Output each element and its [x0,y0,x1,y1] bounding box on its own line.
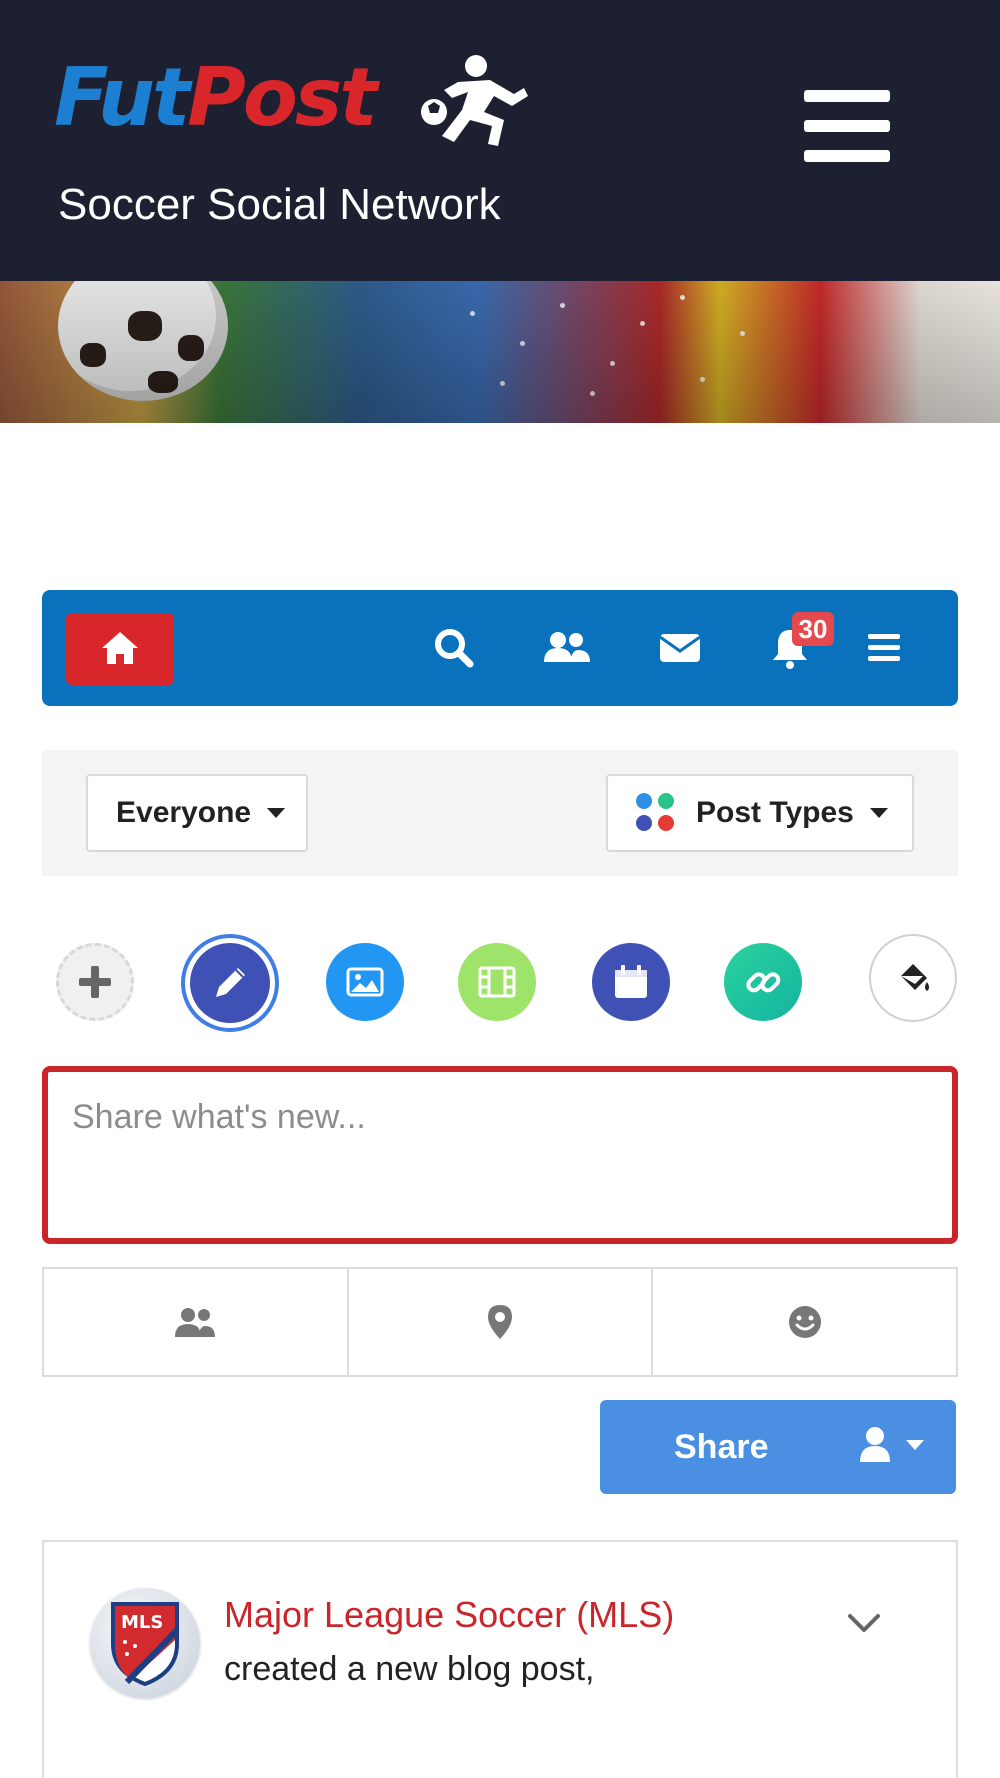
caret-down-icon [869,808,888,818]
post-author-link[interactable]: Major League Soccer (MLS) [224,1594,674,1636]
chevron-down-icon[interactable] [844,1608,884,1638]
smile-icon [788,1306,821,1338]
feed-filter-bar: Everyone Post Types [42,750,958,876]
tag-friends-button[interactable] [44,1269,349,1375]
caret-down-icon [906,1440,924,1450]
film-icon [478,966,516,998]
feed-activity-card: MLS Major League Soccer (MLS) created a … [42,1540,958,1778]
add-post-type-button[interactable] [56,943,134,1021]
user-icon [860,1427,890,1462]
users-icon[interactable] [538,620,594,676]
site-header: FutPost Soccer Social Network [0,0,1000,281]
link-icon [746,972,781,993]
notification-count-badge: 30 [792,612,834,646]
audience-filter-label: Everyone [116,796,252,829]
home-button[interactable] [66,613,174,685]
share-composer-input[interactable] [48,1072,952,1238]
cover-banner-image [0,281,1000,423]
paint-bucket-icon [901,964,929,991]
status-post-type-button[interactable] [181,934,279,1032]
avatar[interactable]: MLS [90,1588,200,1698]
logo-text-post: Post [187,51,377,144]
map-marker-icon [488,1305,512,1339]
main-navbar: 30 [42,590,958,706]
share-composer-box [42,1066,958,1244]
home-icon [102,632,138,664]
logo-text-fut: Fut [54,51,190,144]
bars-icon[interactable] [856,620,912,676]
post-types-label: Post Types [696,796,854,829]
plus-icon [79,966,111,998]
photo-post-type-button[interactable] [326,943,404,1021]
post-action-text: created a new blog post, [224,1650,595,1688]
pencil-icon [216,968,245,997]
audience-filter-dropdown[interactable]: Everyone [86,774,308,852]
privacy-selector[interactable] [856,1422,936,1472]
post-types-dropdown[interactable]: Post Types [606,774,914,852]
soccer-player-icon [421,55,528,146]
image-icon [346,967,384,997]
site-logo[interactable]: FutPost [54,58,378,138]
location-button[interactable] [349,1269,654,1375]
users-icon [175,1308,216,1337]
svg-text:MLS: MLS [121,1612,163,1633]
search-icon[interactable] [426,620,482,676]
share-button[interactable]: Share [600,1400,956,1494]
mls-crest-logo: MLS [111,1602,180,1686]
feeling-button[interactable] [653,1269,956,1375]
share-button-label: Share [674,1428,769,1466]
post-types-dots-icon [636,793,676,833]
event-post-type-button[interactable] [592,943,670,1021]
composer-action-row [42,1267,958,1377]
calendar-icon [615,965,647,998]
background-post-type-button[interactable] [869,934,957,1022]
hamburger-icon[interactable] [804,90,890,162]
envelope-icon[interactable] [652,620,708,676]
site-tagline: Soccer Social Network [58,180,501,229]
link-post-type-button[interactable] [724,943,802,1021]
video-post-type-button[interactable] [458,943,536,1021]
caret-down-icon [267,808,286,818]
